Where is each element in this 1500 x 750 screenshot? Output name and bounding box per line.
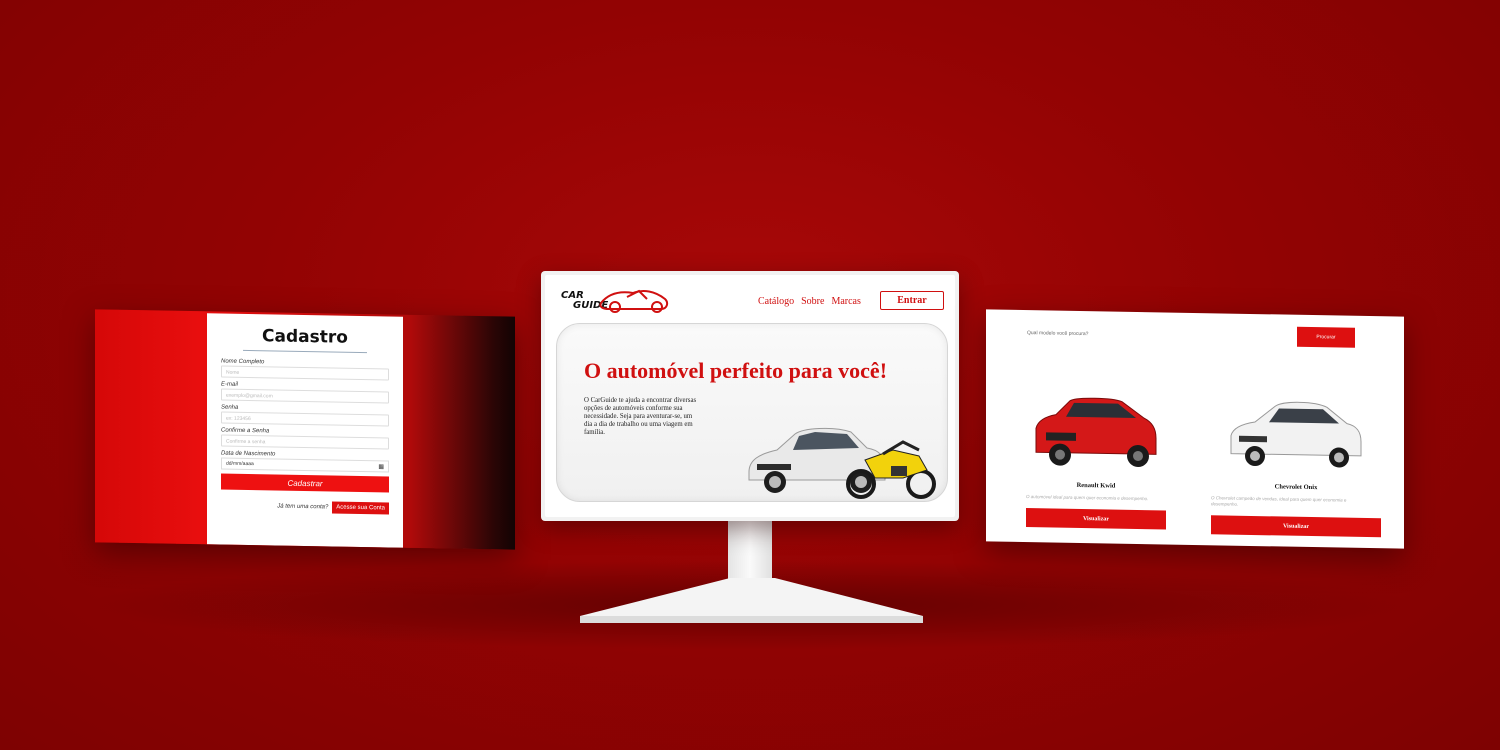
car-card-kwid: Renault Kwid O automóvel ideal para quem… xyxy=(1026,392,1196,530)
catalog-page-mockup: Qual modelo você procura? Procurar Renau… xyxy=(986,309,1404,549)
car-logo-icon xyxy=(599,289,669,313)
name-input[interactable]: Nome xyxy=(221,365,389,381)
monitor-stand-base xyxy=(580,578,923,623)
hero-title: O automóvel perfeito para você! xyxy=(584,358,888,383)
title-divider xyxy=(243,349,367,354)
cargguide-logo[interactable]: CAR GUIDE xyxy=(559,285,671,315)
search-button[interactable]: Procurar xyxy=(1297,326,1355,348)
password-input[interactable]: ex: 123456 xyxy=(221,411,389,427)
monitor: CAR GUIDE Catálogo Sobre Marcas Entrar O… xyxy=(541,271,959,521)
car-image xyxy=(748,427,886,493)
birth-date-input[interactable]: dd/mm/aaaa ▦ xyxy=(221,457,389,473)
birth-date-value: dd/mm/aaaa xyxy=(226,460,254,468)
register-page-mockup: Cadastro Nome Completo Nome E-mail exemp… xyxy=(95,309,515,550)
nav-about[interactable]: Sobre xyxy=(801,296,824,307)
car-description: O automóvel ideal para quem quer economi… xyxy=(1026,494,1149,502)
car-name: Renault Kwid xyxy=(1076,481,1116,490)
car-name: Chevrolet Onix xyxy=(1274,483,1318,492)
nav-catalog[interactable]: Catálogo xyxy=(758,296,794,307)
register-button[interactable]: Cadastrar xyxy=(221,473,389,493)
confirm-password-input[interactable]: Confirme a senha xyxy=(221,434,389,450)
register-title: Cadastro xyxy=(262,326,348,348)
renault-kwid-image xyxy=(1035,397,1157,468)
navbar: CAR GUIDE Catálogo Sobre Marcas Entrar xyxy=(545,275,955,321)
enter-button[interactable]: Entrar xyxy=(880,291,944,310)
hero-description: O CarGuide te ajuda a encontrar diversas… xyxy=(584,397,697,436)
register-form: Cadastro Nome Completo Nome E-mail exemp… xyxy=(207,313,403,548)
nav-brands[interactable]: Marcas xyxy=(831,296,860,307)
chevrolet-onix-image xyxy=(1230,401,1362,468)
view-button[interactable]: Visualizar xyxy=(1211,515,1381,538)
view-button[interactable]: Visualizar xyxy=(1026,508,1166,530)
home-page-screen: CAR GUIDE Catálogo Sobre Marcas Entrar O… xyxy=(545,275,955,517)
hero-section: O automóvel perfeito para você! O CarGui… xyxy=(556,323,948,502)
login-button[interactable]: Acesse sua Conta xyxy=(332,501,389,515)
calendar-icon[interactable]: ▦ xyxy=(378,463,384,470)
hero-vehicles-image xyxy=(748,427,936,499)
email-input[interactable]: exemplo@gmail.com xyxy=(221,388,389,404)
monitor-stand-neck xyxy=(728,521,772,583)
car-card-onix: Chevrolet Onix O Chevrolet campeão de ve… xyxy=(1211,393,1381,538)
nav-links: Catálogo Sobre Marcas xyxy=(758,296,861,307)
car-description: O Chevrolet campeão de vendas, ideal par… xyxy=(1211,495,1347,507)
login-prompt: Já tem uma conta? Acesse sua Conta xyxy=(221,500,389,515)
search-question: Qual modelo você procura? xyxy=(1027,330,1089,338)
have-account-text: Já tem uma conta? xyxy=(277,503,329,511)
